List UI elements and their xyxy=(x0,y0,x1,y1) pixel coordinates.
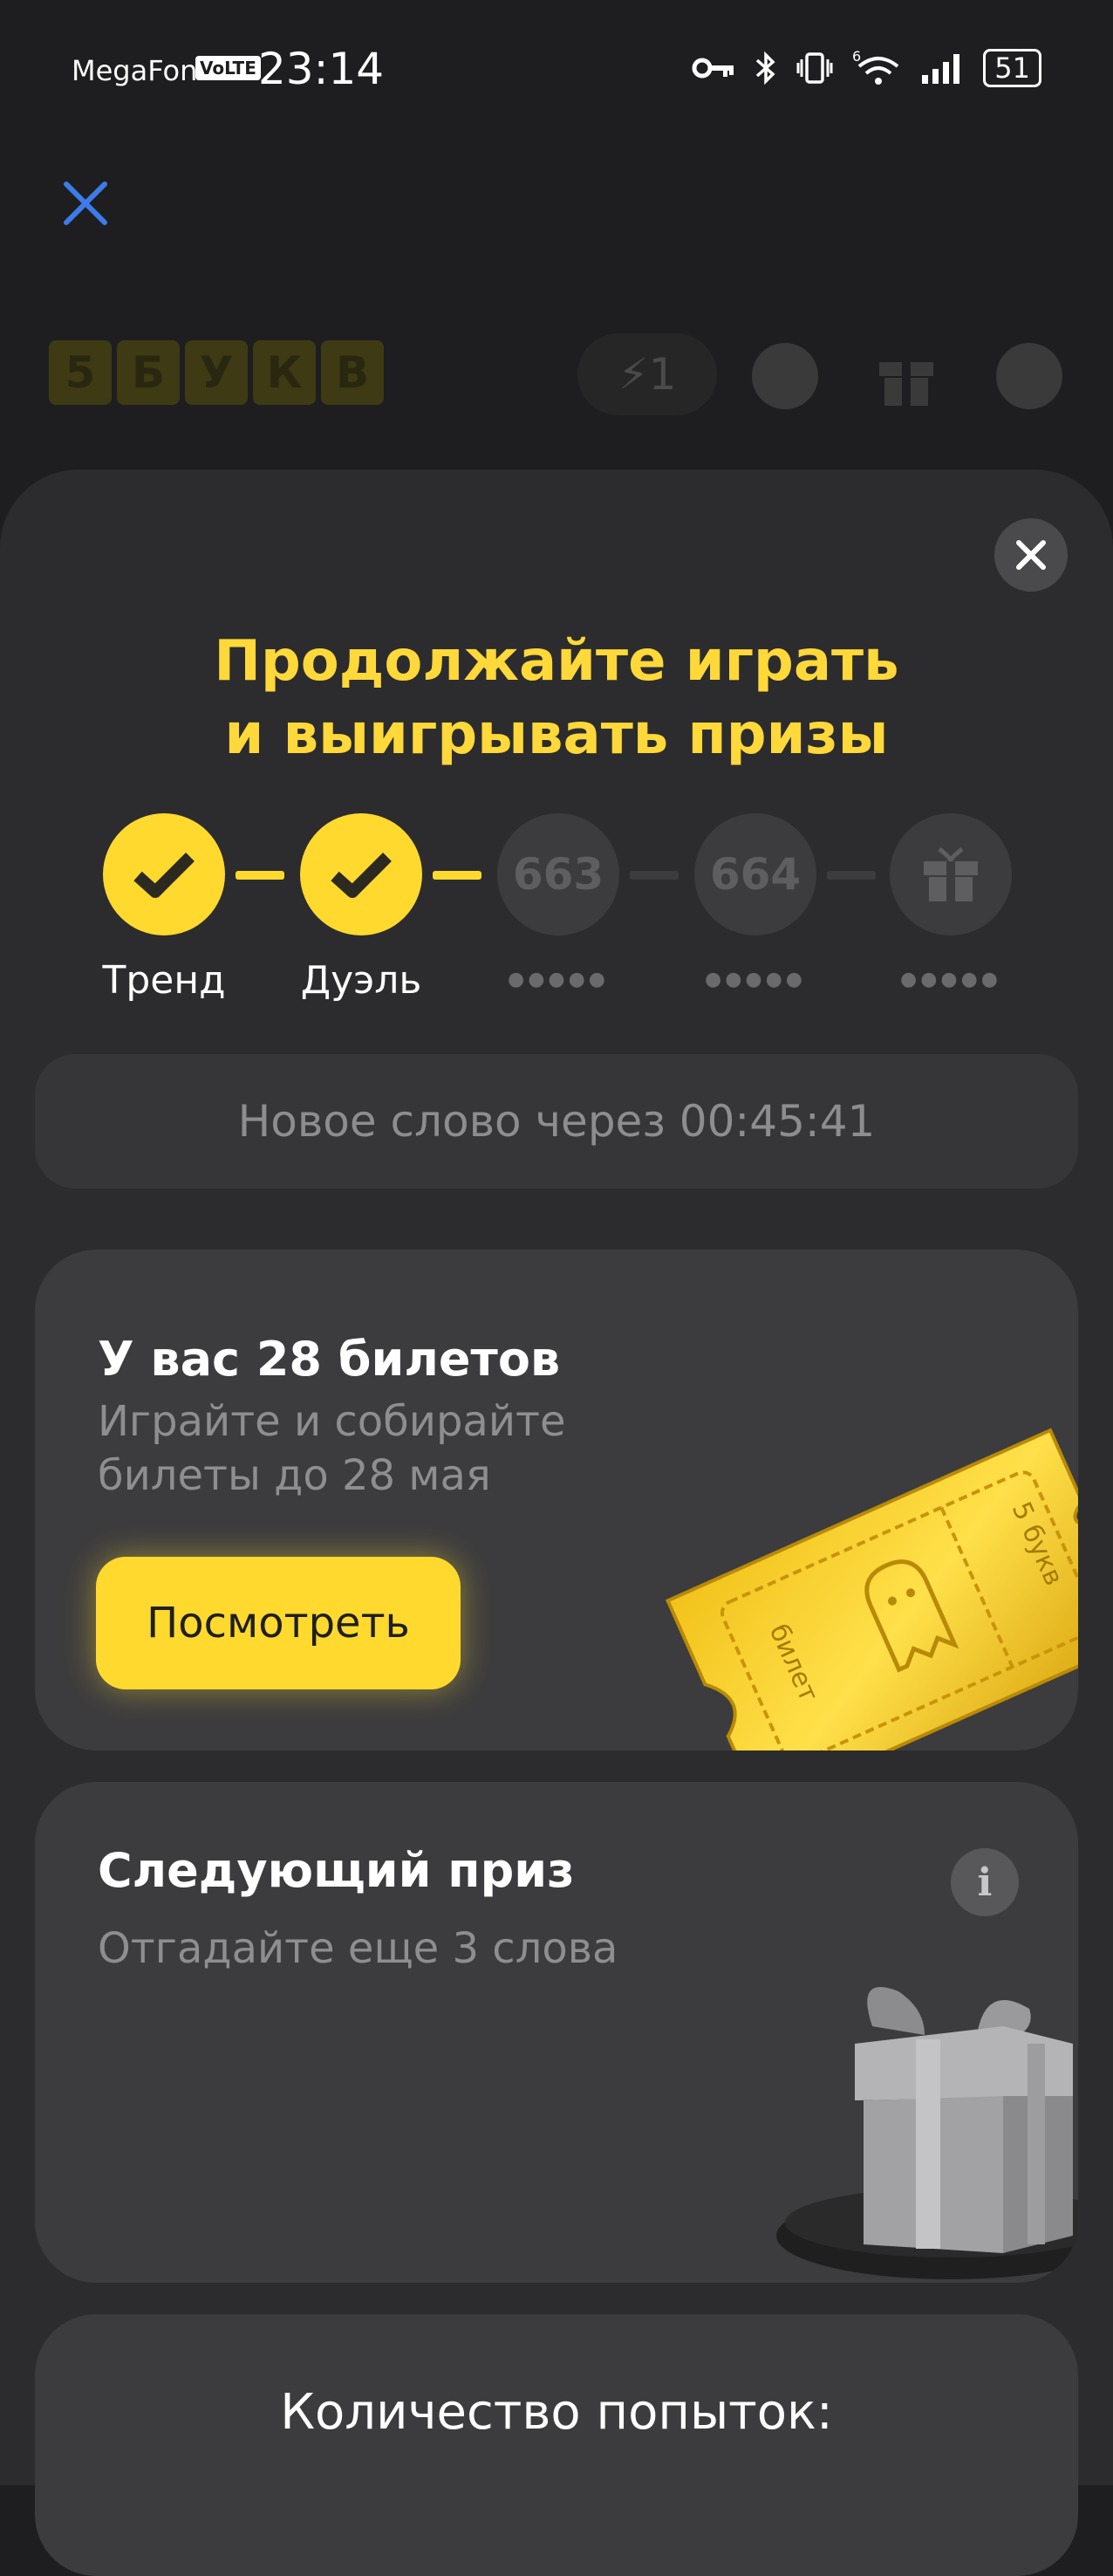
step-connector xyxy=(630,871,679,880)
step-connector xyxy=(827,871,876,880)
carrier-name: MegaFon xyxy=(72,54,198,87)
tickets-card[interactable]: У вас 28 билетов Играйте и собирайте бил… xyxy=(35,1250,1078,1750)
headline-line: и выигрывать призы xyxy=(224,702,889,767)
energy-pill: ⚡1 xyxy=(577,333,717,415)
gift-illustration xyxy=(776,1987,1078,2279)
energy-count: 1 xyxy=(648,349,677,400)
step-664: 664 xyxy=(694,813,816,935)
battery-indicator: 51 xyxy=(983,49,1041,87)
check-icon xyxy=(133,853,195,898)
info-button[interactable]: i xyxy=(951,1848,1019,1916)
logo-tile: 5 xyxy=(49,340,112,405)
step-label: Дуэль xyxy=(300,958,422,1003)
step-duel xyxy=(300,813,422,935)
logo-tile: Б xyxy=(117,340,180,405)
gift-icon xyxy=(879,362,933,406)
svg-text:6: 6 xyxy=(852,49,861,65)
step-dots: ●●●●● xyxy=(705,969,806,990)
wheel-icon xyxy=(752,343,818,409)
info-icon: i xyxy=(977,1860,993,1905)
logo-tile: У xyxy=(185,340,248,405)
info-icon xyxy=(996,343,1062,409)
tickets-subtitle-line: билеты до 28 мая xyxy=(98,1451,491,1500)
tickets-subtitle: Играйте и собирайте билеты до 28 мая xyxy=(98,1394,566,1503)
logo-tile: К xyxy=(253,340,316,405)
key-icon xyxy=(692,58,734,79)
logo-tile: В xyxy=(321,340,384,405)
step-trend xyxy=(103,813,225,935)
step-gift xyxy=(890,813,1012,935)
close-icon xyxy=(1016,540,1046,570)
step-663: 663 xyxy=(497,813,619,935)
step-connector xyxy=(236,871,284,880)
new-word-timer: Новое слово через 00:45:41 xyxy=(35,1054,1078,1189)
step-label: Тренд xyxy=(102,958,226,1003)
check-icon xyxy=(331,853,392,898)
close-icon[interactable] xyxy=(61,179,110,228)
next-prize-card[interactable]: Следующий приз Отгадайте еще 3 слова i xyxy=(35,1782,1078,2283)
volte-badge: VoLTE xyxy=(195,56,261,80)
clock: 23:14 xyxy=(258,44,385,94)
lightning-icon: ⚡ xyxy=(618,349,649,400)
sheet-close-button[interactable] xyxy=(994,518,1068,592)
signal-icon xyxy=(922,54,960,84)
step-dots: ●●●●● xyxy=(508,969,609,990)
view-tickets-button[interactable]: Посмотреть xyxy=(96,1557,461,1689)
attempts-title: Количество попыток: xyxy=(280,2384,833,2441)
next-prize-subtitle: Отгадайте еще 3 слова xyxy=(98,1924,618,1973)
tickets-title: У вас 28 билетов xyxy=(98,1332,561,1387)
headline-line: Продолжайте играть xyxy=(214,629,899,694)
next-prize-title: Следующий приз xyxy=(98,1843,575,1898)
sheet-headline: Продолжайте играть и выигрывать призы xyxy=(0,625,1113,771)
status-bar: MegaFon VoLTE 23:14 6 51 xyxy=(0,0,1113,140)
step-dots: ●●●●● xyxy=(900,969,1001,990)
gift-icon xyxy=(924,847,978,901)
attempts-card: Количество попыток: xyxy=(35,2314,1078,2576)
tickets-subtitle-line: Играйте и собирайте xyxy=(98,1397,566,1446)
ticket-illustration: билет 5 букв xyxy=(665,1428,1078,1750)
bluetooth-icon xyxy=(756,51,775,86)
wifi-icon: 6 xyxy=(852,49,899,85)
step-connector xyxy=(433,871,481,880)
status-icons: 6 51 xyxy=(692,49,1041,87)
vibrate-icon xyxy=(796,52,833,84)
game-logo: 5 Б У К В xyxy=(49,340,384,405)
